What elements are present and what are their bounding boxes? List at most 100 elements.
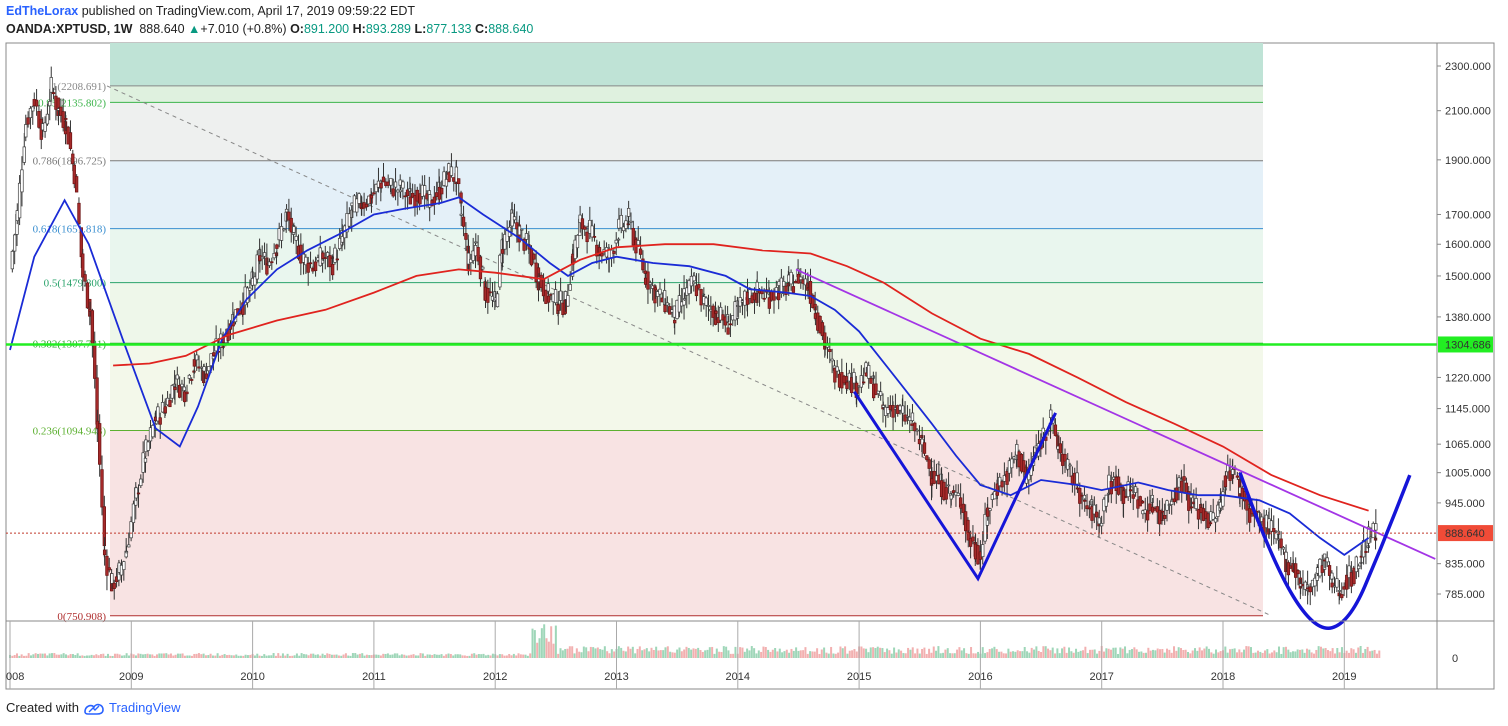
volume-bar <box>811 651 814 658</box>
volume-bar <box>13 655 16 658</box>
candle-body <box>1010 458 1014 469</box>
volume-bar <box>939 653 942 658</box>
candle-body <box>393 181 398 188</box>
volume-bar <box>1275 652 1278 658</box>
volume-bar <box>60 654 63 658</box>
volume-bar <box>1131 649 1134 658</box>
volume-bar <box>874 648 877 658</box>
candle-body <box>396 189 400 193</box>
volume-bar <box>1294 651 1297 658</box>
price-chart[interactable]: 1(2208.691)0.95(2135.802)0.786(1896.725)… <box>0 0 1508 726</box>
volume-bar <box>769 651 772 658</box>
candle-body <box>364 203 369 208</box>
volume-bar <box>1040 652 1043 658</box>
y-axis-tick-label: 835.000 <box>1445 559 1485 571</box>
volume-bar <box>384 653 387 658</box>
volume-bar <box>475 654 478 658</box>
volume-bar <box>328 653 331 658</box>
volume-bar <box>883 652 886 658</box>
tradingview-brand[interactable]: TradingView <box>109 700 181 715</box>
volume-bar <box>1324 648 1327 658</box>
candle-body <box>1170 500 1174 505</box>
candle-body <box>185 391 189 395</box>
volume-bar <box>445 654 448 658</box>
volume-bar <box>687 647 690 658</box>
volume-bar <box>1170 652 1173 658</box>
volume-bar <box>552 643 555 658</box>
candle-body <box>192 359 197 367</box>
volume-bar <box>795 647 798 658</box>
candle-body <box>762 297 766 300</box>
candle-body <box>180 383 184 388</box>
volume-bar <box>1352 649 1355 658</box>
candle-body <box>398 179 402 186</box>
candle-body <box>1087 507 1092 510</box>
volume-bar <box>1203 648 1206 658</box>
volume-bar <box>85 655 88 658</box>
volume-bar <box>365 654 368 658</box>
volume-bar <box>925 653 928 658</box>
volume-bar <box>319 655 322 658</box>
candle-body <box>672 305 677 318</box>
volume-bar <box>127 655 130 658</box>
volume-bar <box>848 650 851 658</box>
volume-bar <box>706 649 709 658</box>
volume-bar <box>533 630 536 658</box>
volume-bar <box>498 654 501 658</box>
volume-bar <box>468 655 471 658</box>
y-axis-tick-label: 1900.000 <box>1445 155 1491 167</box>
volume-bar <box>1347 652 1350 658</box>
volume-bar <box>699 650 702 658</box>
volume-bar <box>1168 649 1171 658</box>
volume-bar <box>648 651 651 658</box>
volume-bar <box>566 648 569 658</box>
volume-bar <box>809 651 812 658</box>
volume-bar <box>837 652 840 658</box>
volume-bar <box>228 654 231 658</box>
candle-body <box>282 228 286 231</box>
volume-bar <box>713 653 716 658</box>
candle-body <box>682 298 687 301</box>
volume-bar <box>543 624 546 658</box>
candle-body <box>1196 509 1201 520</box>
candle-body <box>168 400 172 408</box>
volume-bar <box>188 655 191 658</box>
volume-bar <box>312 653 315 658</box>
x-axis-tick-label: 2015 <box>847 671 871 683</box>
volume-bar <box>270 655 273 658</box>
volume-bar <box>137 653 140 658</box>
volume-bar <box>965 653 968 658</box>
volume-bar <box>797 650 800 658</box>
volume-bar <box>869 647 872 658</box>
candle-body <box>592 236 597 238</box>
volume-bar <box>36 653 39 658</box>
candle-body <box>48 101 52 107</box>
volume-bar <box>977 651 980 658</box>
candle-body <box>77 202 81 225</box>
candle-body <box>917 438 922 445</box>
volume-bar <box>155 654 158 658</box>
candle-body <box>173 386 177 391</box>
candle-body <box>556 304 560 311</box>
volume-bar <box>172 655 175 658</box>
candle-body <box>714 310 718 314</box>
candle-body <box>663 304 667 313</box>
volume-bar <box>718 651 721 658</box>
volume-bar <box>1159 649 1162 658</box>
volume-bar <box>659 650 662 658</box>
x-axis-tick-label: 2010 <box>240 671 264 683</box>
volume-bar <box>291 655 294 658</box>
y-axis-tick-label: 785.000 <box>1445 589 1485 601</box>
volume-bar <box>375 654 378 658</box>
candle-body <box>619 215 623 229</box>
volume-bar <box>256 653 259 658</box>
candle-body <box>946 484 951 487</box>
candle-body <box>1083 500 1087 502</box>
volume-bar <box>480 654 483 658</box>
volume-bar <box>90 654 93 658</box>
volume-bar <box>571 646 574 658</box>
volume-bar <box>1177 647 1180 658</box>
volume-bar <box>757 650 760 658</box>
volume-bar <box>1173 646 1176 658</box>
volume-bar <box>531 628 534 658</box>
